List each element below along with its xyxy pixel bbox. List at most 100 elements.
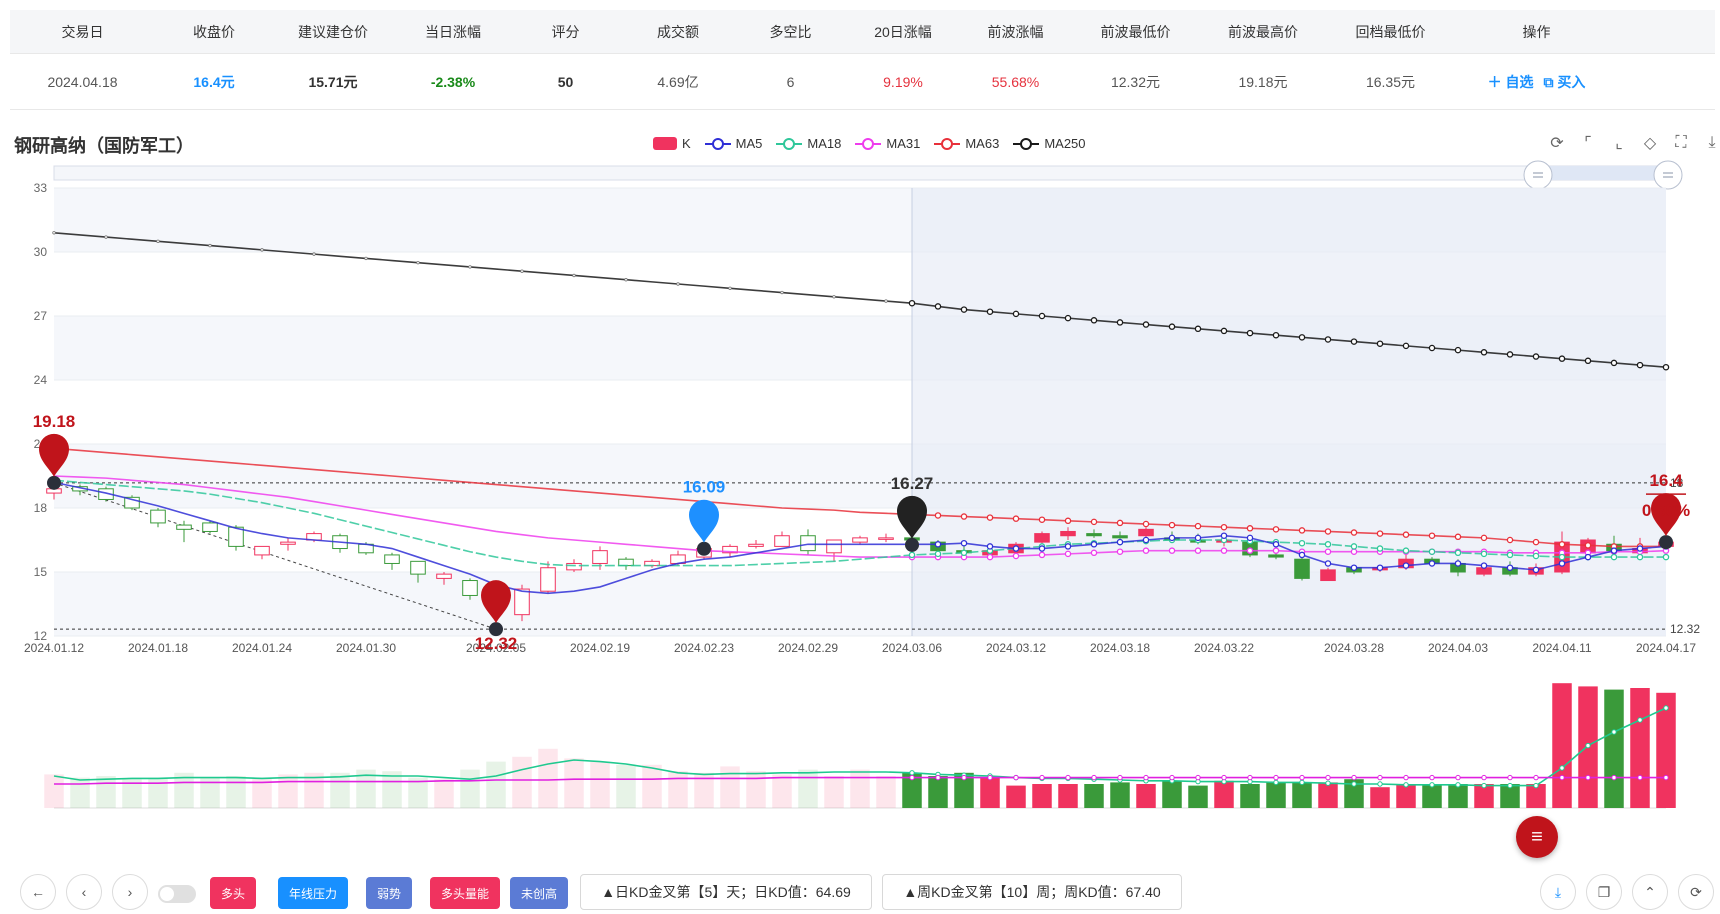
- datazoom-selection[interactable]: [1538, 166, 1666, 180]
- datazoom-track[interactable]: [53, 165, 1667, 181]
- ma31-point: [1220, 547, 1228, 554]
- ma5-point: [986, 543, 994, 550]
- tag-year-line-pressure[interactable]: 年线压力: [278, 877, 348, 909]
- candle-body: [592, 550, 608, 564]
- volume-ma-magenta-point: [1117, 774, 1123, 781]
- kline-chart[interactable]: 3330272421181512 2024.01.122024.01.18202…: [0, 150, 1720, 850]
- ma5-point: [1480, 562, 1488, 569]
- tag-bull[interactable]: 多头: [210, 877, 256, 909]
- ma18-point: [1532, 552, 1540, 560]
- header-suggest-price: 建议建仓价: [298, 23, 368, 40]
- scroll-top-button[interactable]: ⌃: [1632, 874, 1668, 910]
- volume-ma-green-point: [1663, 705, 1669, 711]
- marker-label: 19.18: [33, 412, 76, 431]
- tag-bull-volume[interactable]: 多头量能: [430, 877, 500, 909]
- tag-weak[interactable]: 弱势: [366, 877, 412, 909]
- volume-bar: [1370, 787, 1390, 808]
- candle-body: [1320, 569, 1336, 582]
- ma63-point: [1090, 518, 1098, 526]
- ma250-point: [1142, 321, 1150, 328]
- legend-item-ma63[interactable]: MA63: [934, 136, 999, 151]
- ma250-point: [416, 260, 420, 265]
- buy-button[interactable]: ⧉ 买入: [1544, 72, 1586, 92]
- x-tick-label: 2024.04.03: [1428, 641, 1488, 655]
- x-tick-label: 2024.03.06: [882, 641, 942, 655]
- ma250-point: [1454, 346, 1462, 354]
- header-wave-low: 前波最低价: [1100, 23, 1171, 40]
- download-button[interactable]: ⤓: [1540, 874, 1576, 910]
- volume-bar: [824, 776, 844, 808]
- marker-label: 12.32: [475, 634, 518, 653]
- ma5-point: [1194, 534, 1202, 542]
- ma250-point: [1480, 349, 1488, 356]
- ma18-point: [1350, 543, 1358, 550]
- next-button[interactable]: ›: [112, 874, 148, 910]
- menu-fab[interactable]: ≡: [1516, 816, 1558, 858]
- legend-item-ma5[interactable]: MA5: [704, 136, 762, 151]
- x-tick-label: 2024.04.17: [1636, 641, 1696, 655]
- ma5-point: [1610, 547, 1618, 554]
- legend-item-ma31[interactable]: MA31: [855, 136, 920, 151]
- tag-no-new-high[interactable]: 未创高: [510, 877, 568, 909]
- volume-bar: [876, 776, 896, 808]
- volume-ma-green-point: [1481, 782, 1487, 789]
- prev-button[interactable]: ‹: [66, 874, 102, 910]
- candle-body: [878, 537, 894, 540]
- ma5-point: [1064, 543, 1072, 550]
- legend-ma31-swatch: [855, 137, 882, 150]
- ma250-point: [1376, 340, 1384, 347]
- x-tick-label: 2024.03.12: [986, 641, 1046, 655]
- summary-table: 交易日 收盘价 建议建仓价 当日涨幅 评分 成交额 多空比 20日涨幅 前波涨幅…: [10, 10, 1715, 110]
- volume-ma-green-point: [1403, 782, 1409, 788]
- volume-ma-magenta-point: [1299, 774, 1305, 781]
- volume-bar: [1552, 683, 1572, 808]
- ma5-point: [1532, 566, 1540, 574]
- legend-item-ma18[interactable]: MA18: [776, 136, 841, 151]
- x-tick-label: 2024.01.30: [336, 641, 396, 655]
- legend-k-swatch: [653, 137, 677, 150]
- volume-ma-magenta-point: [1195, 774, 1201, 781]
- copy-button[interactable]: ❐: [1586, 874, 1622, 910]
- reference-line-label: 12.32: [1670, 622, 1700, 636]
- marker-dot: [1659, 535, 1673, 550]
- volume-ma-magenta-point: [1065, 774, 1071, 781]
- volume-bar: [1136, 784, 1156, 808]
- ma31-point: [1090, 549, 1098, 557]
- cell-ls-ratio: 6: [786, 73, 795, 90]
- ma63-point: [1532, 538, 1540, 546]
- ma250-point: [1116, 319, 1124, 326]
- legend-item-ma250[interactable]: MA250: [1013, 136, 1086, 151]
- ma250-point: [156, 239, 160, 244]
- legend-ma250-label: MA250: [1044, 136, 1086, 151]
- ma250-point: [1090, 317, 1098, 324]
- refresh-button[interactable]: ⟳: [1678, 874, 1714, 910]
- ma250-point: [364, 256, 368, 261]
- legend-item-k[interactable]: K: [653, 136, 691, 151]
- ma63-point: [960, 513, 968, 520]
- ma250-point: [934, 303, 942, 310]
- ma5-point: [1324, 560, 1332, 567]
- legend-k-label: K: [682, 136, 691, 151]
- volume-bar: [1318, 782, 1338, 808]
- ma63-point: [1454, 533, 1462, 541]
- ma250-point: [260, 248, 264, 252]
- ma5-point: [1038, 545, 1046, 552]
- add-watchlist-button[interactable]: ＋ 自选: [1488, 72, 1534, 92]
- ma31-point: [1194, 547, 1202, 554]
- next-icon: ›: [127, 884, 133, 900]
- ma250-point: [780, 290, 784, 295]
- menu-icon: ≡: [1531, 826, 1543, 848]
- marker-dot: [47, 475, 61, 490]
- candle-body: [1294, 558, 1310, 579]
- ma250-point: [960, 306, 968, 313]
- datazoom-right-handle[interactable]: [1653, 160, 1683, 190]
- toggle-switch[interactable]: [158, 885, 196, 903]
- datazoom-left-handle[interactable]: [1523, 160, 1553, 190]
- cell-pullback-low: 16.35元: [1365, 73, 1416, 90]
- ma5-point: [1220, 532, 1228, 539]
- ma250-point: [1610, 359, 1618, 367]
- back-icon: ←: [31, 884, 45, 900]
- candle-body: [540, 567, 556, 592]
- ma5-point: [1454, 560, 1462, 567]
- back-button[interactable]: ←: [20, 874, 56, 910]
